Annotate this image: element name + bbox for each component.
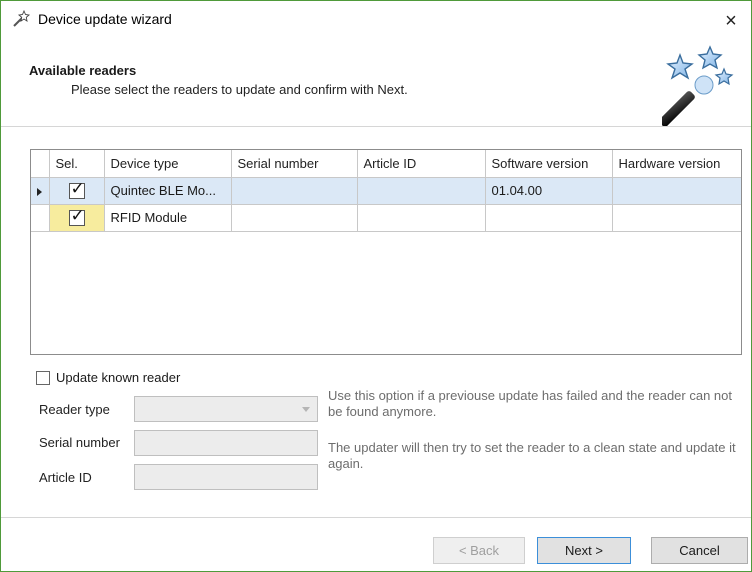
sel-cell[interactable]: ✓	[49, 204, 105, 232]
current-row-indicator	[31, 177, 50, 205]
update-known-reader-label[interactable]: Update known reader	[56, 370, 180, 385]
checkmark-icon: ✓	[70, 178, 85, 198]
readers-grid[interactable]: Sel. Device type Serial number Article I…	[30, 149, 742, 355]
article-id-label: Article ID	[39, 470, 92, 485]
title-bar: Device update wizard ×	[1, 1, 751, 41]
back-button[interactable]: < Back	[433, 537, 525, 564]
chevron-down-icon	[302, 407, 310, 412]
magic-wand-icon	[13, 10, 31, 27]
hint-clean-state: The updater will then try to set the rea…	[328, 440, 736, 471]
article-id-cell[interactable]	[357, 204, 486, 232]
device-type-cell[interactable]: Quintec BLE Mo...	[104, 177, 232, 205]
article-id-cell[interactable]	[357, 177, 486, 205]
magic-wand-stars-icon	[662, 45, 734, 127]
wizard-header: Available readers Please select the read…	[1, 41, 751, 129]
update-known-reader-checkbox[interactable]	[36, 371, 50, 385]
hardware-version-cell[interactable]	[612, 177, 741, 205]
column-header-serial-number[interactable]: Serial number	[231, 150, 358, 178]
grid-header-row: Sel. Device type Serial number Article I…	[31, 150, 741, 178]
row-indicator-header	[31, 150, 50, 178]
row-select-checkbox[interactable]: ✓	[68, 179, 85, 199]
article-id-field[interactable]	[134, 464, 318, 490]
header-divider	[1, 126, 751, 127]
column-header-device-type[interactable]: Device type	[104, 150, 232, 178]
column-header-article-id[interactable]: Article ID	[357, 150, 486, 178]
device-type-cell[interactable]: RFID Module	[104, 204, 232, 232]
page-title: Available readers	[29, 63, 137, 78]
row-indicator	[31, 204, 50, 232]
page-subtitle: Please select the readers to update and …	[71, 82, 408, 97]
checkmark-icon: ✓	[70, 205, 85, 225]
serial-number-label: Serial number	[39, 435, 120, 450]
close-button[interactable]: ×	[711, 1, 751, 41]
row-select-checkbox[interactable]: ✓	[68, 206, 85, 226]
reader-type-label: Reader type	[39, 402, 110, 417]
software-version-cell[interactable]: 01.04.00	[485, 177, 613, 205]
table-row[interactable]: ✓ Quintec BLE Mo... 01.04.00	[31, 177, 741, 205]
table-row[interactable]: ✓ RFID Module	[31, 204, 741, 232]
sel-cell[interactable]: ✓	[49, 177, 105, 205]
serial-number-cell[interactable]	[231, 177, 358, 205]
column-header-sel[interactable]: Sel.	[49, 150, 105, 178]
cancel-button[interactable]: Cancel	[651, 537, 748, 564]
serial-number-field[interactable]	[134, 430, 318, 456]
footer-divider	[1, 517, 751, 518]
column-header-hardware-version[interactable]: Hardware version	[612, 150, 741, 178]
next-button[interactable]: Next >	[537, 537, 631, 564]
column-header-software-version[interactable]: Software version	[485, 150, 613, 178]
serial-number-cell[interactable]	[231, 204, 358, 232]
window-title: Device update wizard	[38, 11, 172, 27]
software-version-cell[interactable]	[485, 204, 613, 232]
row-arrow-icon	[37, 187, 43, 196]
hardware-version-cell[interactable]	[612, 204, 741, 232]
hint-failed-update: Use this option if a previouse update ha…	[328, 388, 732, 419]
reader-type-combobox[interactable]	[134, 396, 318, 422]
wizard-window: Device update wizard × Available readers…	[0, 0, 752, 572]
